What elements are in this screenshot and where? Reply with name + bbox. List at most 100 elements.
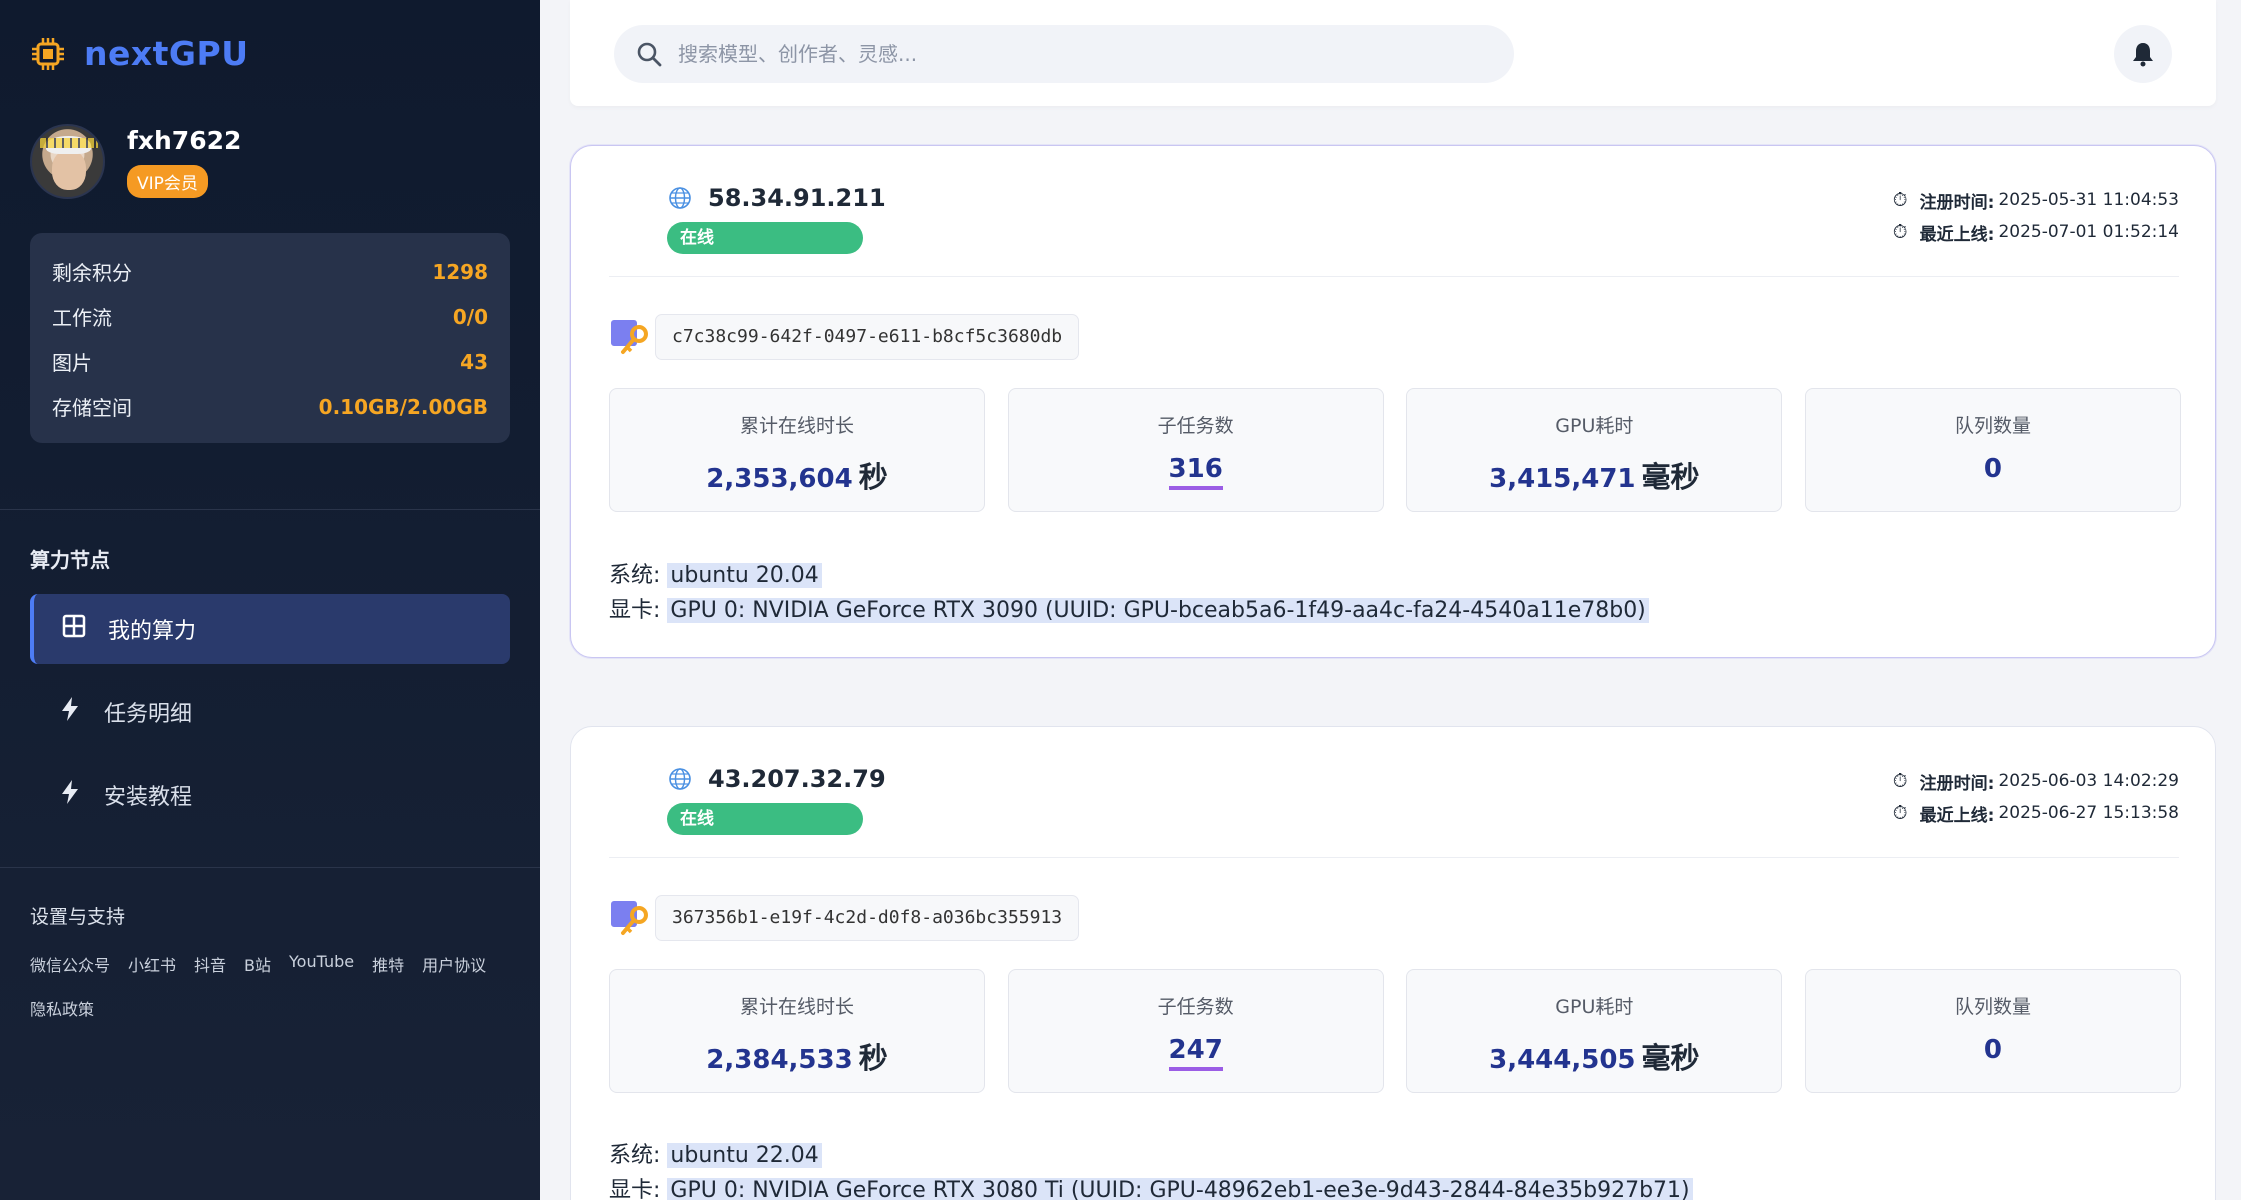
system-label: 系统: — [609, 563, 661, 588]
metric-unit: 毫秒 — [1641, 1041, 1700, 1075]
metric-online-duration: 累计在线时长 2,384,533 秒 — [609, 969, 985, 1093]
app-logo[interactable]: nextGPU — [30, 34, 249, 73]
support-links: 微信公众号 小红书 抖音 B站 YouTube 推特 用户协议 隐私政策 — [30, 952, 520, 1040]
stat-value: 1298 — [432, 259, 488, 284]
metric-unit: 秒 — [858, 1041, 888, 1075]
link-user-agreement[interactable]: 用户协议 — [422, 952, 486, 976]
node-ip: 43.207.32.79 — [708, 765, 886, 793]
status-badge: 在线 — [667, 222, 863, 254]
metric-gpu-time: GPU耗时 3,444,505 毫秒 — [1406, 969, 1783, 1093]
stat-row-images: 图片 43 — [52, 339, 488, 384]
key-icon — [611, 901, 648, 935]
metric-label: GPU耗时 — [1555, 996, 1634, 1018]
metric-queue-count: 队列数量 0 — [1804, 969, 2181, 1093]
node-key-row: c7c38c99-642f-0497-e611-b8cf5c3680db — [609, 314, 1080, 360]
metric-label: 队列数量 — [1954, 996, 2031, 1018]
sidebar-divider — [0, 867, 540, 868]
node-ip: 58.34.91.211 — [708, 184, 886, 212]
metric-label: GPU耗时 — [1555, 415, 1634, 437]
search-icon — [637, 42, 662, 67]
node-ip-row: 58.34.91.211 — [668, 184, 886, 212]
app-name: nextGPU — [84, 34, 249, 73]
link-privacy-policy[interactable]: 隐私政策 — [30, 996, 94, 1020]
lightning-icon — [56, 696, 84, 728]
gpu-label: 显卡: — [609, 598, 661, 623]
node-uuid[interactable]: 367356b1-e19f-4c2d-d0f8-a036bc355913 — [655, 895, 1080, 941]
register-time-label: 注册时间: — [1919, 773, 1995, 794]
node-metrics: 累计在线时长 2,384,533 秒 子任务数 247 GPU耗时 3,444,5… — [609, 969, 2181, 1093]
metric-subtasks[interactable]: 子任务数 247 — [1007, 969, 1384, 1093]
metric-unit: 毫秒 — [1641, 460, 1700, 494]
gpu-info: 显卡: GPU 0: NVIDIA GeForce RTX 3080 Ti (U… — [609, 1172, 1693, 1200]
grid-icon — [60, 614, 88, 644]
node-times: ⏱ 注册时间: 2025-06-03 14:02:29 ⏱ 最近上线: 2025… — [1893, 765, 2179, 829]
sidebar-item-label: 我的算力 — [108, 619, 197, 644]
system-info: 系统: ubuntu 22.04 — [609, 1137, 822, 1169]
metric-value-link[interactable]: 316 — [1168, 454, 1223, 490]
last-online-label: 最近上线: — [1919, 805, 1995, 826]
top-bar — [570, 0, 2216, 106]
account-stats: 剩余积分 1298 工作流 0/0 图片 43 存储空间 0.10GB/2.00… — [30, 233, 510, 443]
last-online-value: 2025-07-01 01:52:14 — [1998, 222, 2179, 242]
stat-row-points: 剩余积分 1298 — [52, 249, 488, 294]
gpu-value: GPU 0: NVIDIA GeForce RTX 3080 Ti (UUID:… — [667, 1178, 1693, 1200]
notification-button[interactable] — [2114, 25, 2172, 83]
card-divider — [609, 276, 2179, 277]
user-profile: fxh7622 VIP会员 — [30, 124, 241, 199]
sidebar: nextGPU fxh7622 VIP会员 剩余积分 1298 工作流 0/0 … — [0, 0, 540, 1200]
sidebar-item-my-compute[interactable]: 我的算力 — [30, 594, 510, 664]
sidebar-item-label: 任务明细 — [104, 702, 193, 727]
globe-icon — [669, 187, 691, 209]
metric-value: 2,384,533 — [706, 1045, 853, 1075]
sidebar-item-install-guide[interactable]: 安装教程 — [30, 760, 510, 830]
vip-badge: VIP会员 — [127, 164, 208, 198]
stat-row-storage: 存储空间 0.10GB/2.00GB — [52, 384, 488, 429]
search-box[interactable] — [614, 25, 1514, 83]
card-divider — [609, 857, 2179, 858]
metric-unit: 秒 — [858, 460, 888, 494]
link-youtube[interactable]: YouTube — [289, 952, 354, 976]
avatar[interactable] — [30, 124, 105, 199]
metric-gpu-time: GPU耗时 3,415,471 毫秒 — [1406, 388, 1783, 512]
stat-label: 剩余积分 — [52, 261, 132, 285]
stat-row-workflows: 工作流 0/0 — [52, 294, 488, 339]
support-title: 设置与支持 — [30, 906, 126, 928]
link-wechat[interactable]: 微信公众号 — [30, 952, 110, 976]
search-input[interactable] — [678, 42, 1458, 66]
metric-online-duration: 累计在线时长 2,353,604 秒 — [609, 388, 985, 512]
metric-value: 2,353,604 — [706, 464, 853, 494]
last-online-label: 最近上线: — [1919, 224, 1995, 245]
metric-label: 队列数量 — [1954, 415, 2031, 437]
sidebar-divider — [0, 509, 540, 510]
metric-value-link[interactable]: 247 — [1168, 1035, 1223, 1071]
last-online-row: ⏱ 最近上线: 2025-07-01 01:52:14 — [1893, 216, 2179, 248]
chip-icon — [32, 37, 64, 70]
stat-label: 存储空间 — [52, 396, 132, 420]
node-uuid[interactable]: c7c38c99-642f-0497-e611-b8cf5c3680db — [655, 314, 1080, 360]
metric-label: 累计在线时长 — [739, 996, 854, 1018]
link-bilibili[interactable]: B站 — [244, 952, 271, 976]
bell-icon — [2133, 43, 2153, 67]
link-xiaohongshu[interactable]: 小红书 — [128, 952, 176, 976]
metric-queue-count: 队列数量 0 — [1804, 388, 2181, 512]
sidebar-item-task-details[interactable]: 任务明细 — [30, 677, 510, 747]
link-twitter[interactable]: 推特 — [372, 952, 404, 976]
stat-value: 43 — [460, 349, 488, 374]
node-times: ⏱ 注册时间: 2025-05-31 11:04:53 ⏱ 最近上线: 2025… — [1893, 184, 2179, 248]
metric-subtasks[interactable]: 子任务数 316 — [1007, 388, 1384, 512]
metric-label: 子任务数 — [1157, 415, 1234, 437]
timer-icon: ⏱ — [1892, 770, 1908, 792]
system-info: 系统: ubuntu 20.04 — [609, 557, 822, 589]
nav-section-title: 算力节点 — [30, 548, 110, 572]
node-key-row: 367356b1-e19f-4c2d-d0f8-a036bc355913 — [609, 895, 1080, 941]
system-label: 系统: — [609, 1143, 661, 1168]
gpu-info: 显卡: GPU 0: NVIDIA GeForce RTX 3090 (UUID… — [609, 592, 1649, 624]
node-card: 43.207.32.79 在线 ⏱ 注册时间: 2025-06-03 14:02… — [570, 726, 2216, 1200]
username: fxh7622 — [127, 125, 242, 155]
register-time-label: 注册时间: — [1919, 192, 1995, 213]
lightning-icon — [56, 779, 84, 811]
register-time-value: 2025-05-31 11:04:53 — [1998, 190, 2179, 210]
link-douyin[interactable]: 抖音 — [194, 952, 226, 976]
stat-label: 工作流 — [52, 306, 112, 330]
status-badge: 在线 — [667, 803, 863, 835]
